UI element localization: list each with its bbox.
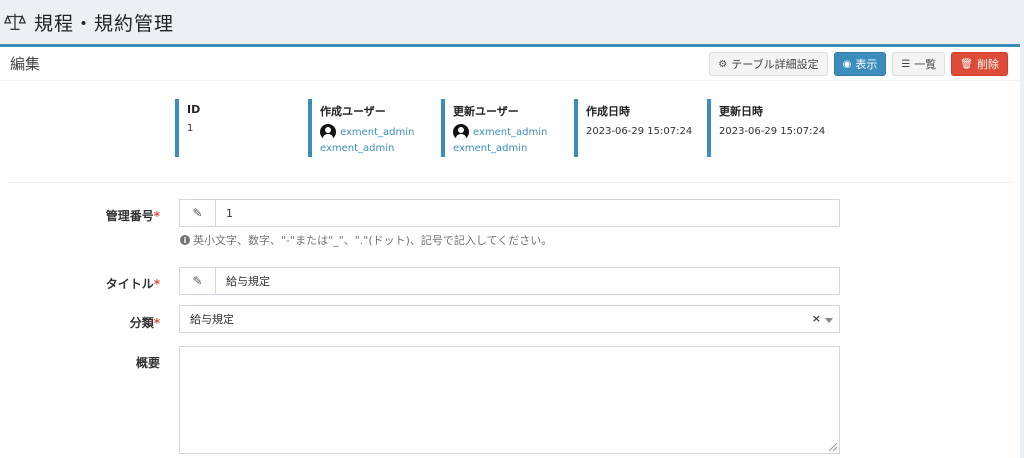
summary-label-text: 概要 bbox=[135, 356, 160, 370]
summary-textarea[interactable] bbox=[179, 346, 840, 454]
info-id-value: 1 bbox=[187, 123, 194, 134]
info-updated-at-label: 更新日時 bbox=[719, 105, 763, 118]
number-input[interactable]: 1 bbox=[216, 200, 233, 226]
resize-handle-icon[interactable] bbox=[829, 443, 837, 451]
category-select[interactable]: 給与規定 × bbox=[179, 305, 840, 333]
list-icon: ☰ bbox=[901, 58, 911, 70]
created-by-user-link[interactable]: exment_admin bbox=[340, 127, 414, 138]
info-updated-at: 更新日時 2023-06-29 15:07:24 bbox=[707, 99, 832, 157]
info-created-at-label: 作成日時 bbox=[586, 105, 630, 118]
avatar bbox=[320, 124, 336, 140]
gear-icon: ⚙ bbox=[718, 58, 728, 70]
title-label: タイトル* bbox=[0, 275, 160, 292]
info-created-at-value: 2023-06-29 15:07:24 bbox=[586, 126, 693, 137]
list-label: 一覧 bbox=[914, 58, 937, 71]
number-help-text: 英小文字、数字、"-"または"_"、"."(ドット)、記号で記入してください。 bbox=[193, 234, 553, 247]
info-created-at: 作成日時 2023-06-29 15:07:24 bbox=[574, 99, 699, 157]
required-mark: * bbox=[153, 316, 160, 330]
view-button[interactable]: ◉ 表示 bbox=[833, 52, 887, 76]
category-select-value: 給与規定 bbox=[190, 313, 234, 326]
avatar bbox=[453, 124, 469, 140]
number-help: i 英小文字、数字、"-"または"_"、"."(ドット)、記号で記入してください… bbox=[180, 232, 552, 248]
updated-by-user-link-2[interactable]: exment_admin bbox=[453, 143, 561, 154]
category-label-text: 分類 bbox=[129, 316, 154, 330]
created-by-user-link-2[interactable]: exment_admin bbox=[320, 143, 428, 154]
info-updated-at-value: 2023-06-29 15:07:24 bbox=[719, 126, 826, 137]
info-created-by-label: 作成ユーザー bbox=[320, 105, 386, 118]
pencil-icon: ✎ bbox=[180, 200, 216, 226]
info-icon: i bbox=[180, 235, 190, 245]
title-label-text: タイトル bbox=[105, 277, 154, 291]
divider bbox=[8, 182, 1012, 183]
summary-label: 概要 bbox=[0, 354, 160, 371]
page-title: 規程・規約管理 bbox=[34, 12, 175, 35]
delete-button[interactable]: 🗑 削除 bbox=[951, 52, 1008, 76]
chevron-down-icon[interactable] bbox=[825, 318, 833, 323]
info-updated-by-label: 更新ユーザー bbox=[453, 105, 519, 118]
scale-icon bbox=[4, 13, 26, 30]
box-tools: ⚙ テーブル詳細設定 ◉ 表示 ☰ 一覧 🗑 削除 bbox=[709, 52, 1008, 76]
pencil-icon: ✎ bbox=[180, 268, 216, 294]
table-settings-button[interactable]: ⚙ テーブル詳細設定 bbox=[709, 52, 828, 76]
list-button[interactable]: ☰ 一覧 bbox=[892, 52, 946, 76]
created-by-user[interactable]: exment_admin bbox=[320, 124, 428, 140]
delete-label: 削除 bbox=[977, 58, 999, 71]
updated-by-user[interactable]: exment_admin bbox=[453, 124, 561, 140]
edit-box: 編集 ⚙ テーブル詳細設定 ◉ 表示 ☰ 一覧 🗑 削除 ID 1 作成ユーザー… bbox=[0, 44, 1020, 458]
page-header: 規程・規約管理 bbox=[0, 0, 1024, 44]
required-mark: * bbox=[153, 209, 160, 223]
info-updated-by: 更新ユーザー exment_admin exment_admin bbox=[441, 99, 561, 157]
box-title: 編集 bbox=[10, 55, 41, 73]
eye-icon: ◉ bbox=[842, 58, 852, 70]
info-id-label: ID bbox=[187, 103, 201, 116]
trash-icon: 🗑 bbox=[960, 58, 973, 70]
info-id: ID 1 bbox=[175, 99, 295, 157]
info-created-by: 作成ユーザー exment_admin exment_admin bbox=[308, 99, 428, 157]
view-label: 表示 bbox=[855, 58, 878, 71]
updated-by-user-link[interactable]: exment_admin bbox=[473, 127, 547, 138]
category-label: 分類* bbox=[0, 314, 160, 331]
table-settings-label: テーブル詳細設定 bbox=[731, 58, 819, 71]
title-input[interactable]: 給与規定 bbox=[216, 268, 270, 294]
clear-icon[interactable]: × bbox=[812, 312, 821, 325]
required-mark: * bbox=[153, 277, 160, 291]
box-header: 編集 ⚙ テーブル詳細設定 ◉ 表示 ☰ 一覧 🗑 削除 bbox=[0, 47, 1020, 81]
number-field[interactable]: ✎ 1 bbox=[179, 199, 840, 227]
number-label-text: 管理番号 bbox=[105, 209, 154, 223]
number-label: 管理番号* bbox=[0, 207, 160, 224]
title-field[interactable]: ✎ 給与規定 bbox=[179, 267, 840, 295]
